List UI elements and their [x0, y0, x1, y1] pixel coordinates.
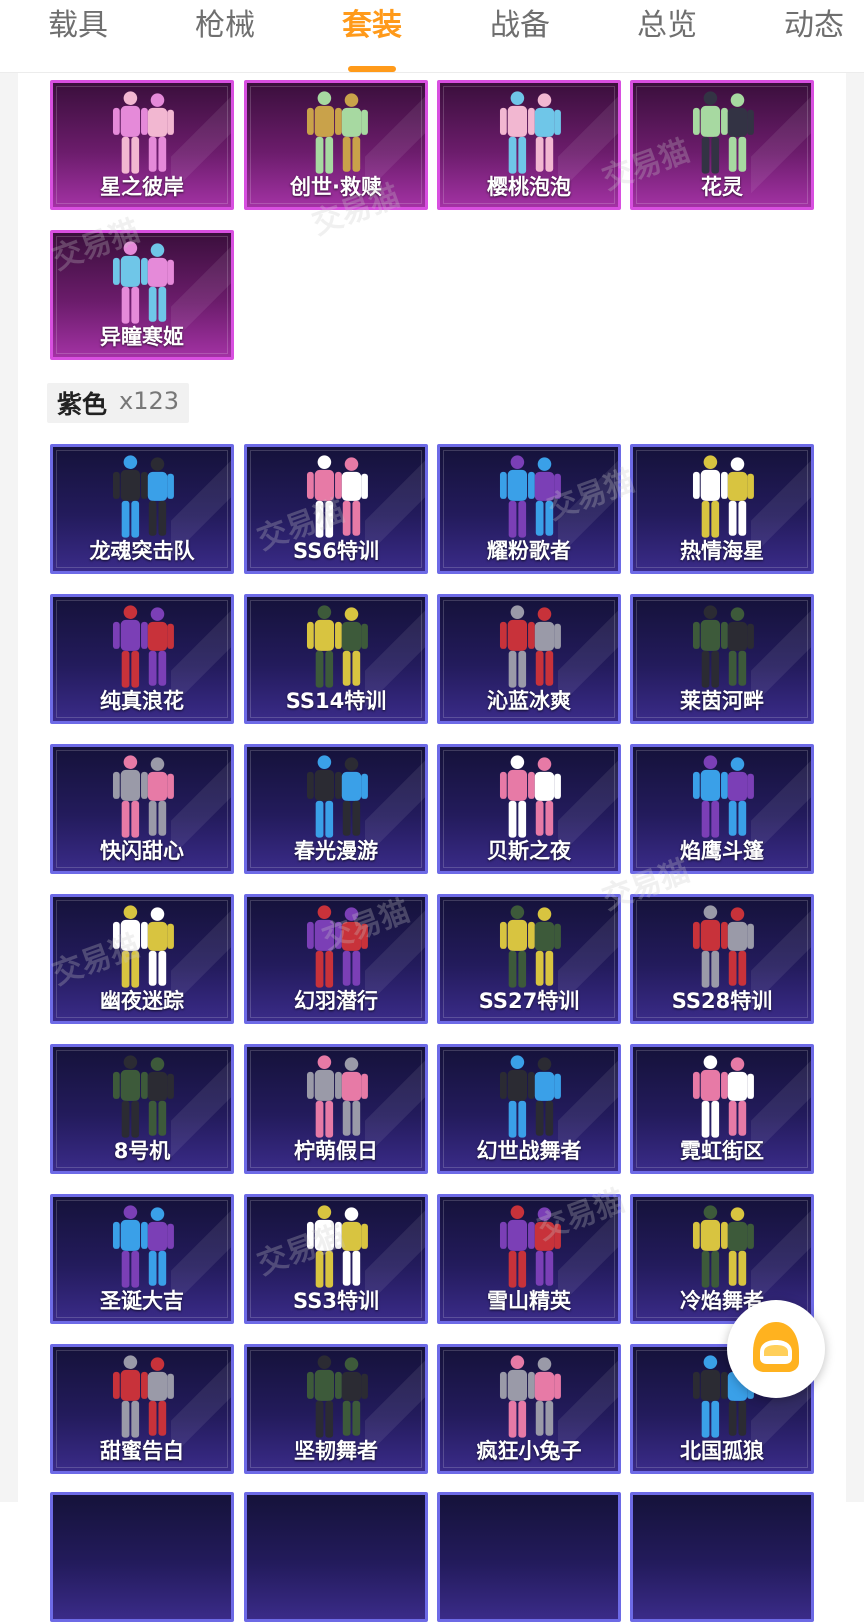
outfit-card[interactable]: 贝斯之夜 [437, 744, 621, 874]
tab-overview[interactable]: 总览 [637, 0, 697, 56]
outfit-name: SS28特训 [671, 989, 773, 1013]
tab-activity[interactable]: 动态 [784, 0, 844, 56]
outfit-card[interactable] [244, 1492, 428, 1622]
outfit-card[interactable]: 纯真浪花 [50, 594, 234, 724]
outfit-name: SS3特训 [293, 1289, 379, 1313]
outfit-name: 热情海星 [680, 539, 764, 563]
outfit-name: 北国孤狼 [680, 1439, 764, 1463]
outfit-name: 霓虹街区 [680, 1139, 764, 1163]
outfit-card[interactable]: SS28特训 [630, 894, 814, 1024]
outfit-card[interactable] [630, 1492, 814, 1622]
outfit-card[interactable]: 沁蓝冰爽 [437, 594, 621, 724]
outfit-name: 焰鹰斗篷 [680, 839, 764, 863]
section-name: 紫色 [57, 390, 108, 419]
outfit-name: 坚韧舞者 [294, 1439, 378, 1463]
outfit-name: 沁蓝冰爽 [487, 689, 571, 713]
outfit-card[interactable]: SS3特训 [244, 1194, 428, 1324]
outfit-card[interactable]: 坚韧舞者 [244, 1344, 428, 1474]
category-tab-bar: 载具 枪械 套装 战备 总览 动态 [0, 0, 864, 73]
tab-gear[interactable]: 战备 [490, 0, 550, 56]
outfit-card[interactable]: 春光漫游 [244, 744, 428, 874]
outfit-name: 纯真浪花 [100, 689, 184, 713]
gold-helmet-icon [753, 1322, 799, 1372]
outfit-name: 创世·救赎 [290, 175, 382, 199]
outfit-card[interactable]: 快闪甜心 [50, 744, 234, 874]
outfit-card[interactable]: 异瞳寒姬 [50, 230, 234, 360]
purple-section-header: 紫色 x123 [47, 383, 189, 423]
outfit-name: 樱桃泡泡 [487, 175, 571, 199]
section-count: x123 [119, 387, 180, 415]
outfit-name: 星之彼岸 [100, 175, 184, 199]
outfit-card[interactable] [437, 1492, 621, 1622]
outfit-card[interactable]: 莱茵河畔 [630, 594, 814, 724]
tab-outfits[interactable]: 套装 [342, 0, 402, 56]
outfit-name: SS6特训 [293, 539, 379, 563]
outfit-card[interactable]: 创世·救赎 [244, 80, 428, 210]
outfit-card[interactable]: 甜蜜告白 [50, 1344, 234, 1474]
outfit-name: 春光漫游 [294, 839, 378, 863]
page-gutter-left [0, 72, 18, 1502]
outfit-card[interactable]: 星之彼岸 [50, 80, 234, 210]
outfit-name: 8号机 [113, 1139, 171, 1163]
outfit-name: 耀粉歌者 [487, 539, 571, 563]
floating-action-button[interactable] [727, 1300, 825, 1398]
outfit-name: 异瞳寒姬 [100, 325, 184, 349]
outfit-name: SS14特训 [285, 689, 387, 713]
outfit-name: 幻羽潜行 [294, 989, 378, 1013]
outfit-card[interactable]: SS27特训 [437, 894, 621, 1024]
outfit-name: 贝斯之夜 [487, 839, 571, 863]
outfit-name: 甜蜜告白 [100, 1439, 184, 1463]
outfit-card[interactable]: 龙魂突击队 [50, 444, 234, 574]
outfit-card[interactable]: SS14特训 [244, 594, 428, 724]
page-gutter-right [846, 72, 864, 1502]
outfit-name: 疯狂小兔子 [476, 1439, 582, 1463]
outfit-card[interactable]: 焰鹰斗篷 [630, 744, 814, 874]
outfit-card[interactable]: 樱桃泡泡 [437, 80, 621, 210]
outfit-card[interactable]: 花灵 [630, 80, 814, 210]
outfit-card[interactable]: 雪山精英 [437, 1194, 621, 1324]
outfit-card[interactable]: 热情海星 [630, 444, 814, 574]
outfit-card[interactable] [50, 1492, 234, 1622]
outfit-name: 雪山精英 [487, 1289, 571, 1313]
outfit-name: 幻世战舞者 [476, 1139, 582, 1163]
outfit-card[interactable]: 霓虹街区 [630, 1044, 814, 1174]
active-tab-indicator [348, 66, 396, 72]
outfit-name: 莱茵河畔 [680, 689, 764, 713]
outfit-card[interactable]: 幻羽潜行 [244, 894, 428, 1024]
outfit-name: 龙魂突击队 [89, 539, 195, 563]
outfit-name: 花灵 [701, 175, 743, 199]
outfit-name: SS27特训 [478, 989, 580, 1013]
outfit-card[interactable]: 耀粉歌者 [437, 444, 621, 574]
outfit-card[interactable]: 幻世战舞者 [437, 1044, 621, 1174]
outfit-card[interactable]: 幽夜迷踪 [50, 894, 234, 1024]
outfit-name: 柠萌假日 [294, 1139, 378, 1163]
tab-guns[interactable]: 枪械 [195, 0, 255, 56]
outfit-card[interactable]: 圣诞大吉 [50, 1194, 234, 1324]
outfit-card[interactable]: 疯狂小兔子 [437, 1344, 621, 1474]
outfit-name: 快闪甜心 [100, 839, 184, 863]
outfit-card[interactable]: SS6特训 [244, 444, 428, 574]
outfit-name: 幽夜迷踪 [100, 989, 184, 1013]
outfit-card[interactable]: 8号机 [50, 1044, 234, 1174]
tab-vehicles[interactable]: 载具 [48, 0, 108, 56]
outfit-name: 圣诞大吉 [100, 1289, 184, 1313]
outfit-card[interactable]: 柠萌假日 [244, 1044, 428, 1174]
